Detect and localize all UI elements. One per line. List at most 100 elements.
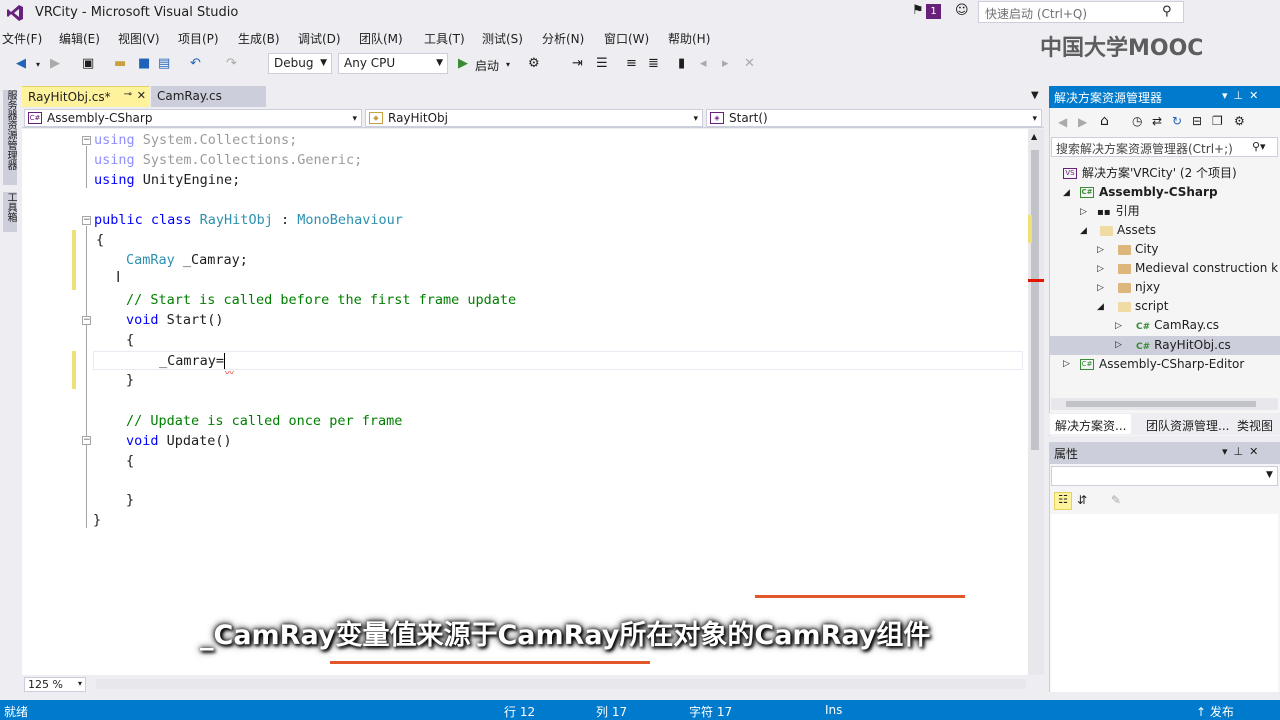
tree-references[interactable]: ▪▪ 引用 bbox=[1097, 202, 1140, 221]
pin-icon[interactable]: ⊥ bbox=[1234, 445, 1250, 458]
properties-object-select[interactable] bbox=[1051, 466, 1278, 486]
tab-camray[interactable]: CamRay.cs bbox=[151, 86, 266, 107]
code-line-12[interactable]: _Camray= bbox=[159, 352, 224, 370]
collapse-all-icon[interactable]: ⊟ bbox=[1192, 114, 1202, 128]
configuration-select[interactable]: Debug ▼ bbox=[268, 53, 332, 74]
menu-build[interactable]: 生成(B) bbox=[238, 30, 280, 47]
back-icon[interactable]: ◀ bbox=[16, 56, 26, 71]
code-line-15[interactable]: // Update is called once per frame bbox=[126, 412, 402, 430]
menu-file[interactable]: 文件(F) bbox=[2, 30, 42, 47]
member-dropdown[interactable]: ◈ Start() ▾ bbox=[706, 109, 1042, 127]
zoom-select[interactable]: 125 % ▾ bbox=[24, 677, 86, 692]
history-icon[interactable]: ◷ bbox=[1132, 114, 1142, 128]
undo-icon[interactable]: ↶ bbox=[190, 56, 201, 71]
code-line-13[interactable]: } bbox=[126, 371, 134, 389]
comment-out-icon[interactable]: ≡ bbox=[626, 56, 637, 71]
tree-file-camray[interactable]: C# CamRay.cs bbox=[1136, 316, 1219, 335]
notification-count-badge[interactable]: 1 bbox=[926, 4, 941, 19]
publish-button[interactable]: ↑ 发布 bbox=[1196, 703, 1234, 720]
code-line-1[interactable]: using System.Collections; bbox=[94, 131, 297, 149]
home-icon[interactable]: ⌂ bbox=[1100, 113, 1109, 129]
scroll-up-icon[interactable]: ▲ bbox=[1031, 132, 1037, 141]
project-dropdown[interactable]: C# Assembly-CSharp ▾ bbox=[24, 109, 362, 127]
search-icon[interactable]: ⚲▾ bbox=[1252, 140, 1266, 153]
tab-team-explorer[interactable]: 团队资源管理... bbox=[1141, 414, 1234, 434]
tree-file-rayhitobj[interactable]: C# RayHitObj.cs bbox=[1136, 336, 1231, 355]
close-icon[interactable]: ✕ bbox=[1249, 89, 1264, 102]
quick-launch-input[interactable]: 快速启动 (Ctrl+Q) bbox=[978, 1, 1184, 23]
platform-select[interactable]: Any CPU ▼ bbox=[338, 53, 448, 74]
expanded-triangle-icon[interactable]: ◢ bbox=[1063, 188, 1070, 198]
start-dropdown-icon[interactable]: ▾ bbox=[506, 60, 510, 69]
tab-solution-explorer[interactable]: 解决方案资... bbox=[1050, 414, 1132, 434]
menu-edit[interactable]: 编辑(E) bbox=[59, 30, 100, 47]
step-icon[interactable]: ⇥ bbox=[572, 56, 583, 71]
forward-icon[interactable]: ▶ bbox=[1078, 115, 1087, 129]
refresh-icon[interactable]: ↻ bbox=[1172, 114, 1182, 128]
tree-project-assembly-csharp[interactable]: C# Assembly-CSharp bbox=[1080, 183, 1218, 202]
sync-icon[interactable]: ⇄ bbox=[1152, 114, 1162, 128]
panel-header-icons[interactable]: ▾⊥✕ bbox=[1222, 89, 1264, 102]
menu-help[interactable]: 帮助(H) bbox=[668, 30, 710, 47]
menu-tools[interactable]: 工具(T) bbox=[424, 30, 465, 47]
tree-folder-medieval[interactable]: Medieval construction k bbox=[1118, 259, 1279, 278]
code-line-10[interactable]: void Start() bbox=[126, 311, 224, 329]
toolbox-tab[interactable]: 工具箱 bbox=[3, 192, 17, 232]
tree-folder-city[interactable]: City bbox=[1118, 240, 1159, 259]
feedback-icon[interactable]: ☺ bbox=[955, 3, 969, 18]
fold-toggle-icon[interactable]: − bbox=[82, 436, 91, 445]
collapsed-triangle-icon[interactable]: ▷ bbox=[1063, 359, 1070, 369]
tree-folder-script[interactable]: script bbox=[1118, 297, 1168, 316]
close-icon[interactable]: ✕ bbox=[137, 89, 146, 102]
properties-icon[interactable]: ⚙ bbox=[1234, 114, 1245, 128]
code-line-16[interactable]: void Update() bbox=[126, 432, 232, 450]
code-line-9[interactable]: // Start is called before the first fram… bbox=[126, 291, 516, 309]
collapsed-triangle-icon[interactable]: ▷ bbox=[1097, 245, 1104, 255]
panel-header-icons[interactable]: ▾⊥✕ bbox=[1222, 445, 1264, 458]
pin-icon[interactable]: ⊥ bbox=[1234, 89, 1250, 102]
alphabetical-icon[interactable]: ⇵ bbox=[1077, 493, 1087, 507]
open-folder-icon[interactable]: ▬ bbox=[114, 56, 126, 71]
show-all-files-icon[interactable]: ❐ bbox=[1212, 114, 1223, 128]
dropdown-icon[interactable]: ▾ bbox=[1222, 445, 1234, 458]
back-dropdown-icon[interactable]: ▾ bbox=[36, 60, 40, 69]
menu-window[interactable]: 窗口(W) bbox=[604, 30, 649, 47]
bookmark-list-icon[interactable]: ☰ bbox=[596, 56, 608, 71]
class-dropdown[interactable]: ◆ RayHitObj ▾ bbox=[365, 109, 703, 127]
code-line-17[interactable]: { bbox=[126, 452, 134, 470]
solution-search-input[interactable]: 搜索解决方案资源管理器(Ctrl+;) bbox=[1051, 137, 1278, 157]
new-project-icon[interactable]: ▣ bbox=[82, 56, 94, 71]
property-pages-icon[interactable]: ✎ bbox=[1111, 493, 1121, 507]
save-all-icon[interactable]: ▤ bbox=[158, 56, 170, 71]
prev-bookmark-icon[interactable]: ◂ bbox=[700, 56, 707, 71]
collapsed-triangle-icon[interactable]: ▷ bbox=[1097, 264, 1104, 274]
notification-flag-icon[interactable]: ⚑ bbox=[912, 3, 924, 18]
tab-class-view[interactable]: 类视图 bbox=[1232, 414, 1278, 434]
start-button[interactable]: 启动 bbox=[475, 57, 499, 74]
tree-assets[interactable]: Assets bbox=[1100, 221, 1156, 240]
tree-project-assembly-csharp-editor[interactable]: C# Assembly-CSharp-Editor bbox=[1080, 355, 1244, 374]
dropdown-icon[interactable]: ▾ bbox=[1222, 89, 1234, 102]
code-line-5[interactable]: public class RayHitObj : MonoBehaviour bbox=[94, 211, 403, 229]
menu-view[interactable]: 视图(V) bbox=[118, 30, 160, 47]
tree-solution[interactable]: VS 解决方案'VRCity' (2 个项目) bbox=[1063, 164, 1237, 183]
tab-rayhitobj[interactable]: RayHitObj.cs* ⊸ ✕ bbox=[22, 86, 150, 107]
clear-bookmarks-icon[interactable]: ✕ bbox=[744, 56, 755, 71]
collapsed-triangle-icon[interactable]: ▷ bbox=[1080, 207, 1087, 217]
properties-grid[interactable] bbox=[1051, 514, 1278, 692]
tree-folder-njxy[interactable]: njxy bbox=[1118, 278, 1160, 297]
categorized-icon[interactable]: ☷ bbox=[1054, 492, 1072, 510]
chevron-down-icon[interactable]: ▼ bbox=[1266, 470, 1273, 480]
pin-icon[interactable]: ⊸ bbox=[124, 89, 132, 100]
menu-analyze[interactable]: 分析(N) bbox=[542, 30, 584, 47]
bookmark-icon[interactable]: ▮ bbox=[678, 56, 685, 71]
code-line-3[interactable]: using UnityEngine; bbox=[94, 171, 240, 189]
tab-list-dropdown-icon[interactable]: ▼ bbox=[1031, 90, 1039, 101]
collapsed-triangle-icon[interactable]: ▷ bbox=[1115, 321, 1122, 331]
scrollbar-thumb[interactable] bbox=[1031, 150, 1039, 450]
attach-icon[interactable]: ⚙ bbox=[528, 56, 540, 71]
collapsed-triangle-icon[interactable]: ▷ bbox=[1097, 283, 1104, 293]
close-icon[interactable]: ✕ bbox=[1249, 445, 1264, 458]
code-line-2[interactable]: using System.Collections.Generic; bbox=[94, 151, 362, 169]
menu-test[interactable]: 测试(S) bbox=[482, 30, 523, 47]
